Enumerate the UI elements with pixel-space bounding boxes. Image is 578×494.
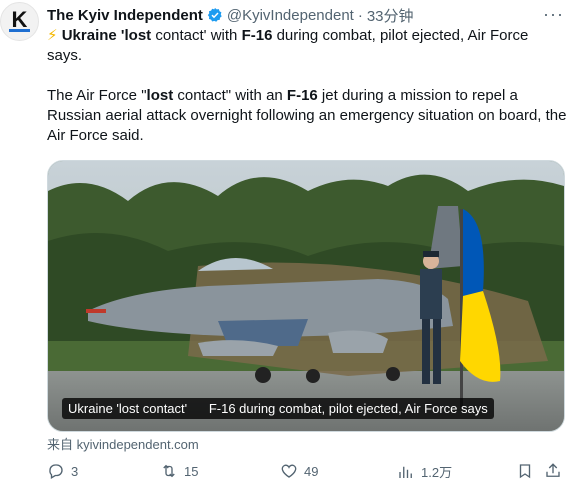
headline-part: F-16 [241,27,273,44]
views-button[interactable]: 1.2万 [397,462,452,481]
bookmark-icon [519,464,531,479]
jet-scene-image [48,161,564,431]
body-paragraph: The Air Force "lost contact" with an F-1… [47,86,567,146]
bookmark-button[interactable] [516,462,534,480]
reply-count: 3 [71,463,79,479]
caption-left: Ukraine 'lost contact' [68,401,188,416]
lightning-emoji: ⚡ [47,27,58,44]
body-part: lost [146,87,174,104]
tweet-header: The Kyiv Independent @KyivIndependent · … [47,5,578,25]
video-caption: Ukraine 'lost contact' F-16 during comba… [62,398,494,419]
tweet-text: ⚡ Ukraine 'lost contact' with F-16 durin… [47,26,567,146]
repost-count: 15 [184,463,199,479]
like-count: 49 [304,463,319,479]
reply-button[interactable]: 3 [47,462,78,480]
author-handle[interactable]: @KyivIndependent [227,7,354,24]
headline: ⚡ Ukraine 'lost contact' with F-16 durin… [47,26,567,66]
more-dots-icon[interactable]: ··· [543,4,564,25]
reply-icon [49,464,63,479]
video-thumbnail[interactable]: Ukraine 'lost contact' F-16 during comba… [47,160,565,432]
post-time[interactable]: 33分钟 [367,5,414,26]
author-name[interactable]: The Kyiv Independent [47,7,203,24]
views-chart-icon [399,466,412,478]
logo-underline [9,29,30,32]
headline-part: 'lost [116,27,152,44]
repost-button[interactable]: 15 [160,462,198,480]
avatar[interactable]: K [0,2,39,41]
body-part: The Air Force " [47,87,147,104]
body-part: F-16 [286,87,318,104]
separator-dot: · [357,6,363,24]
repost-icon [163,464,175,478]
like-button[interactable]: 49 [280,462,318,480]
views-count: 1.2万 [421,465,453,480]
action-bar: 3 15 49 1.2万 [47,462,567,484]
caption-right: F-16 during combat, pilot ejected, Air F… [208,401,488,416]
link-source[interactable]: 来自 kyivindependent.com [47,434,199,453]
verified-badge-icon [207,8,222,22]
share-button[interactable] [544,462,562,480]
share-icon [546,463,560,477]
heart-icon [281,464,297,478]
headline-part: Ukraine [61,27,117,44]
headline-part: contact' with [151,27,242,44]
body-part: contact" with an [173,87,287,104]
